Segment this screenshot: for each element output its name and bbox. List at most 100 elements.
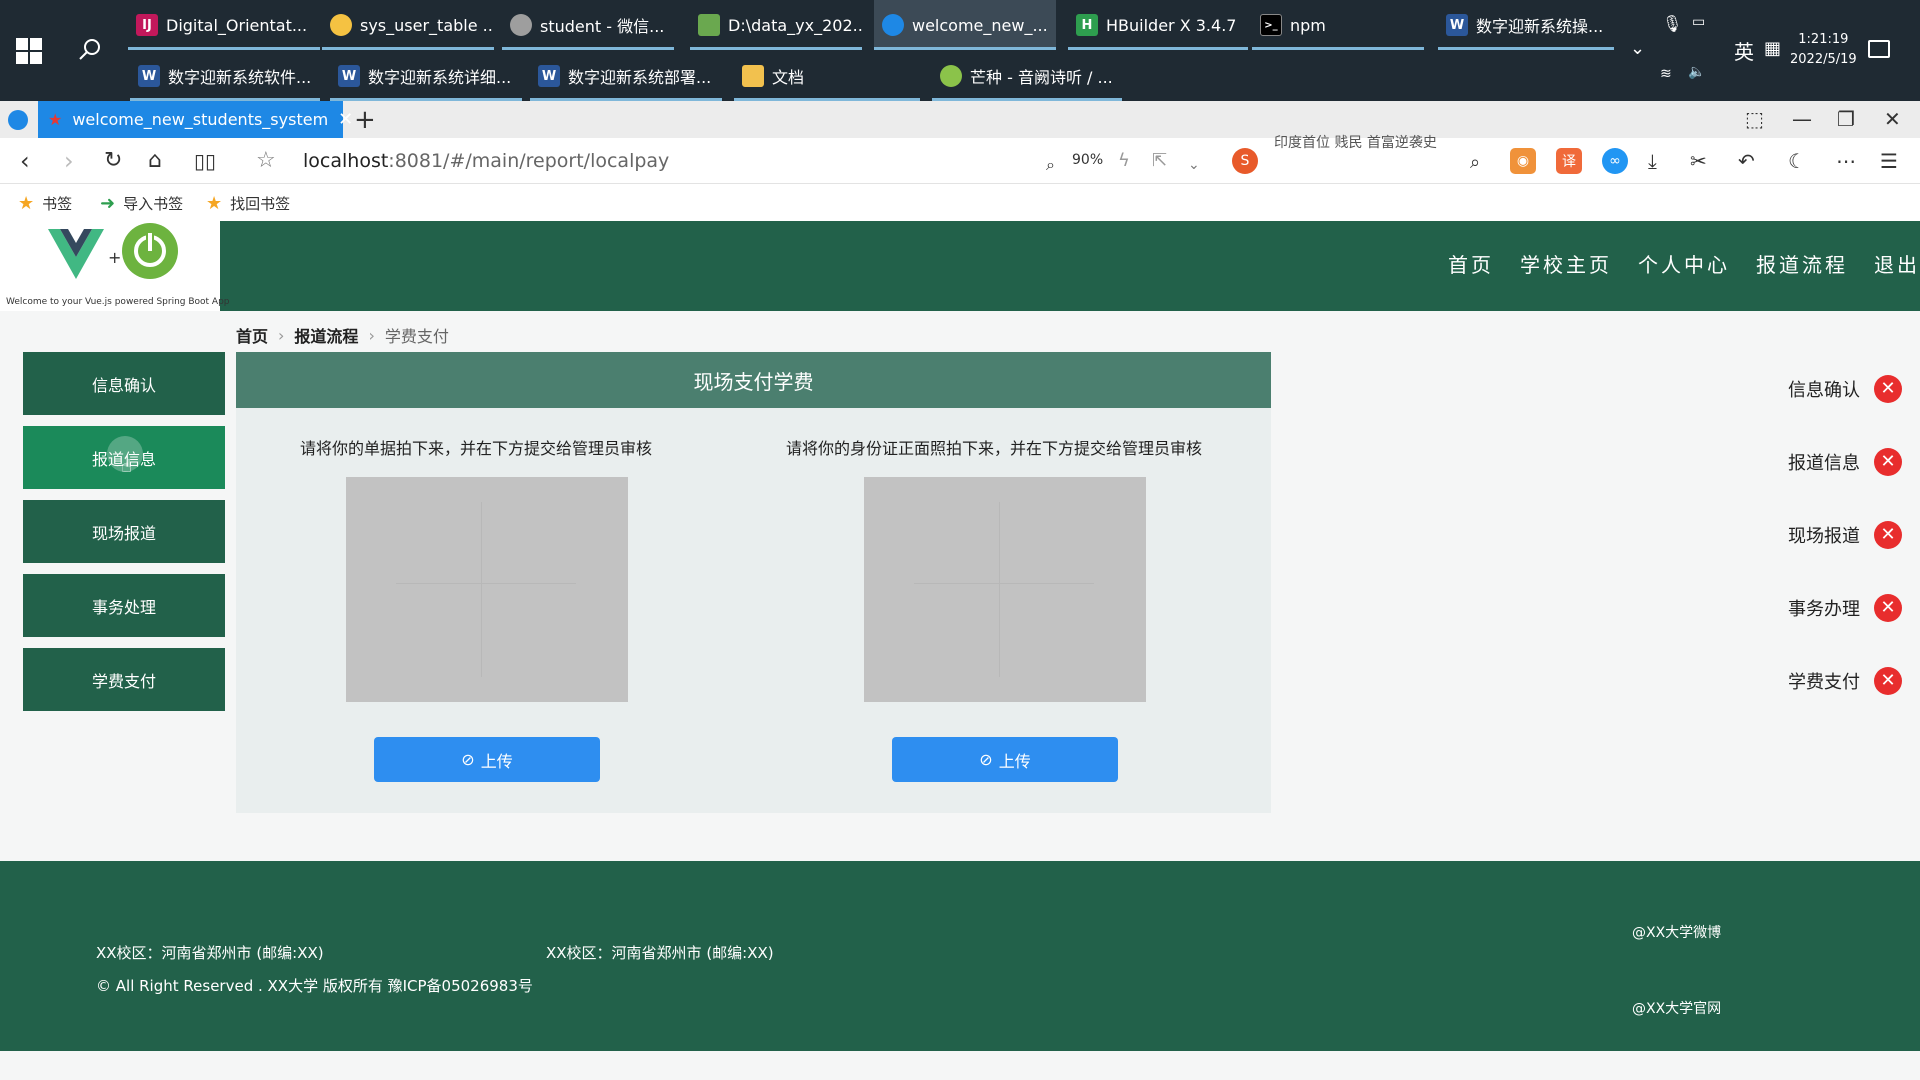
- share-icon[interactable]: ⇱: [1152, 148, 1167, 174]
- battery-icon[interactable]: ▭: [1692, 14, 1705, 30]
- dropdown-icon[interactable]: ⌄: [1188, 152, 1200, 178]
- id-card-image-placeholder[interactable]: [864, 477, 1146, 702]
- taskbar-item-hbuilder[interactable]: H HBuilder X 3.4.7: [1068, 0, 1248, 50]
- taskbar-item-npm[interactable]: >_ npm: [1252, 0, 1424, 50]
- home-icon[interactable]: ⌂: [148, 148, 162, 174]
- taskbar-item-folder[interactable]: 文档: [734, 51, 920, 101]
- zoom-icon[interactable]: ⌕: [1046, 152, 1055, 178]
- receipt-image-placeholder[interactable]: [346, 477, 628, 702]
- receipt-upload-hint: 请将你的单据拍下来，并在下方提交给管理员审核: [299, 439, 652, 458]
- footer-copyright: © All Right Reserved . XX大学 版权所有 豫ICP备05…: [96, 977, 533, 995]
- bookmark-item-bookmarks[interactable]: ★ 书签: [18, 193, 72, 214]
- taskbar-item-music[interactable]: 芒种 - 音阙诗听 / ...: [932, 51, 1122, 101]
- tab-welcome-new-students-system[interactable]: ★ welcome_new_students_system ✕: [38, 101, 353, 138]
- step-report-info: 报道信息 ✕: [1770, 425, 1920, 498]
- folder-icon: [742, 65, 764, 87]
- id-card-upload-button[interactable]: ⊘ 上传: [892, 737, 1118, 782]
- onsite-payment-card: 现场支付学费 请将你的单据拍下来，并在下方提交给管理员审核 ⊘ 上传 请将你的身份…: [236, 352, 1271, 813]
- card-title: 现场支付学费: [236, 352, 1271, 408]
- x-circle-icon: ✕: [1874, 666, 1902, 695]
- footer-weibo-link[interactable]: @XX大学微博: [1632, 922, 1721, 942]
- side-item-info-confirm[interactable]: 信息确认: [23, 352, 225, 415]
- side-item-affairs[interactable]: 事务处理: [23, 574, 225, 637]
- new-tab-button[interactable]: +: [354, 105, 376, 135]
- clock[interactable]: 1:21:19 2022/5/19: [1790, 30, 1857, 70]
- taskbar-item-navicat[interactable]: sys_user_table ...: [322, 0, 494, 50]
- taskbar-item-wechat[interactable]: student - 微信...: [502, 0, 674, 50]
- nav-logout[interactable]: 退出: [1874, 249, 1920, 278]
- game-icon[interactable]: ◉: [1510, 148, 1536, 174]
- ime-grid-icon[interactable]: ▦: [1764, 38, 1781, 59]
- taskbar-item-word-4[interactable]: W 数字迎新系统部署...: [530, 51, 722, 101]
- browser-tab-bar: ★ welcome_new_students_system ✕ + ⬚ — ❐ …: [0, 101, 1920, 138]
- side-item-report-info[interactable]: 报道信息 ☝: [23, 426, 225, 489]
- undo-icon[interactable]: ↶: [1738, 148, 1755, 174]
- nav-registration-process[interactable]: 报道流程: [1756, 249, 1848, 278]
- taskbar-item-word-1[interactable]: W 数字迎新系统操...: [1438, 0, 1614, 50]
- extension-icon[interactable]: ∞: [1602, 148, 1628, 174]
- chevron-up-icon[interactable]: ⌄: [1630, 38, 1645, 59]
- side-item-onsite-report[interactable]: 现场报道: [23, 500, 225, 563]
- reload-icon[interactable]: ↻: [104, 148, 122, 174]
- sogou-search-icon[interactable]: S: [1232, 148, 1258, 174]
- step-info-confirm: 信息确认 ✕: [1770, 352, 1920, 425]
- bookmark-star-icon[interactable]: ☆: [256, 148, 276, 174]
- download-icon[interactable]: ⤓: [1648, 148, 1657, 174]
- star-icon: ★: [18, 193, 35, 214]
- wifi-icon[interactable]: ≋: [1660, 66, 1672, 82]
- zoom-level[interactable]: 90%: [1072, 152, 1103, 168]
- back-icon[interactable]: ‹: [20, 148, 30, 174]
- taskbar-item-image-viewer[interactable]: D:\data_yx_202...: [690, 0, 862, 50]
- translate-icon[interactable]: 译: [1556, 148, 1582, 174]
- breadcrumb-process[interactable]: 报道流程: [294, 323, 358, 347]
- star-icon: ★: [206, 193, 223, 214]
- close-window-button[interactable]: ✕: [1884, 107, 1901, 131]
- breadcrumb-home[interactable]: 首页: [236, 323, 268, 347]
- step-onsite-report: 现场报道 ✕: [1770, 498, 1920, 571]
- bookmark-item-import[interactable]: ➜ 导入书签: [100, 193, 183, 214]
- hot-news-hint[interactable]: 印度首位 贱民 首富逆袭史: [1274, 132, 1437, 152]
- night-mode-icon[interactable]: ☾: [1788, 148, 1806, 174]
- step-tuition-payment: 学费支付 ✕: [1770, 644, 1920, 717]
- notification-icon[interactable]: [1868, 40, 1890, 58]
- restore-button[interactable]: ❐: [1837, 107, 1855, 131]
- star-icon: ★: [48, 110, 63, 129]
- ime-indicator[interactable]: 英: [1734, 36, 1754, 65]
- close-tab-icon[interactable]: ✕: [338, 109, 353, 130]
- search-icon[interactable]: ⌕: [1470, 150, 1480, 176]
- nav-school-homepage[interactable]: 学校主页: [1520, 249, 1612, 278]
- word-icon: W: [138, 65, 160, 87]
- more-icon[interactable]: ⋯: [1836, 148, 1856, 174]
- lightning-icon[interactable]: ϟ: [1118, 148, 1130, 174]
- taskbar-item-word-3[interactable]: W 数字迎新系统详细...: [330, 51, 522, 101]
- receipt-upload-section: 请将你的单据拍下来，并在下方提交给管理员审核 ⊘ 上传: [236, 435, 716, 782]
- receipt-upload-button[interactable]: ⊘ 上传: [374, 737, 600, 782]
- url-input[interactable]: localhost:8081/#/main/report/localpay: [303, 150, 669, 172]
- nav-personal-center[interactable]: 个人中心: [1638, 249, 1730, 278]
- bookmark-item-recover[interactable]: ★ 找回书签: [206, 193, 290, 214]
- windows-start-icon[interactable]: [16, 38, 42, 64]
- forward-icon[interactable]: ›: [64, 148, 74, 174]
- footer-campus-1: XX校区：河南省郑州市 (邮编:XX): [96, 944, 324, 962]
- microphone-icon[interactable]: 🎙: [1662, 14, 1682, 33]
- search-icon[interactable]: [76, 36, 104, 64]
- volume-icon[interactable]: 🔈: [1688, 64, 1705, 80]
- nav-home[interactable]: 首页: [1448, 249, 1494, 278]
- word-icon: W: [338, 65, 360, 87]
- footer-official-link[interactable]: @XX大学官网: [1632, 998, 1721, 1018]
- terminal-icon: >_: [1260, 14, 1282, 36]
- minimize-button[interactable]: —: [1792, 107, 1812, 131]
- side-item-tuition-payment[interactable]: 学费支付: [23, 648, 225, 711]
- menu-icon[interactable]: ☰: [1880, 148, 1898, 174]
- screenshot-icon[interactable]: ✂: [1690, 148, 1707, 174]
- reader-icon[interactable]: ▯▯: [194, 148, 216, 174]
- navicat-icon: [330, 14, 352, 36]
- web-page: + Welcome to your Vue.js powered Spring …: [0, 221, 1920, 1080]
- shirt-skin-icon[interactable]: ⬚: [1745, 107, 1764, 131]
- taskbar-item-intellij[interactable]: IJ Digital_Orientat...: [128, 0, 320, 50]
- taskbar-item-word-2[interactable]: W 数字迎新系统软件...: [130, 51, 320, 101]
- image-viewer-icon: [698, 14, 720, 36]
- site-logo[interactable]: + Welcome to your Vue.js powered Spring …: [0, 221, 230, 311]
- taskbar-item-browser[interactable]: welcome_new_...: [874, 0, 1056, 50]
- x-circle-icon: ✕: [1874, 447, 1902, 476]
